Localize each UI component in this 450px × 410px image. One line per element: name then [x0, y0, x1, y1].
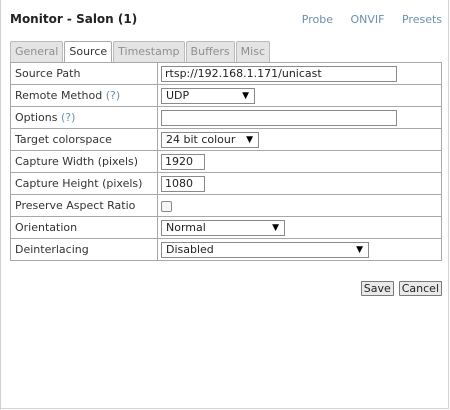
remote-method-label-cell: Remote Method (?)	[10, 84, 158, 107]
chevron-down-icon: ▼	[272, 222, 279, 233]
tab-buffers[interactable]: Buffers	[185, 41, 235, 62]
row-capture-height: Capture Height (pixels) 1080	[10, 172, 442, 195]
form-buttons: Save Cancel	[356, 281, 442, 296]
source-path-input[interactable]: rtsp://192.168.1.171/unicast	[161, 65, 397, 82]
remote-method-help-link[interactable]: (?)	[106, 89, 120, 102]
onvif-link[interactable]: ONVIF	[350, 13, 384, 26]
remote-method-value: UDP	[166, 88, 190, 102]
preserve-aspect-ratio-checkbox[interactable]	[161, 200, 172, 212]
options-label-cell: Options (?)	[10, 106, 158, 129]
source-settings-table: Source Path rtsp://192.168.1.171/unicast…	[10, 62, 442, 261]
remote-method-select[interactable]: UDP ▼	[161, 87, 255, 104]
page-title: Monitor - Salon (1)	[10, 12, 138, 26]
tab-timestamp[interactable]: Timestamp	[113, 41, 185, 62]
deinterlacing-select[interactable]: Disabled ▼	[161, 241, 369, 258]
row-deinterlacing: Deinterlacing Disabled ▼	[10, 238, 442, 261]
capture-width-label: Capture Width (pixels)	[10, 150, 158, 173]
row-options: Options (?)	[10, 106, 442, 129]
capture-width-input[interactable]: 1920	[161, 153, 205, 170]
row-source-path: Source Path rtsp://192.168.1.171/unicast	[10, 62, 442, 85]
orientation-value: Normal	[166, 220, 206, 234]
options-input[interactable]	[161, 109, 397, 126]
preserve-aspect-ratio-label: Preserve Aspect Ratio	[10, 194, 158, 217]
orientation-select[interactable]: Normal ▼	[161, 219, 285, 236]
source-path-label: Source Path	[10, 62, 158, 85]
tab-source[interactable]: Source	[64, 41, 113, 63]
cancel-button[interactable]: Cancel	[398, 281, 442, 296]
tab-bar: General Source Timestamp Buffers Misc	[10, 40, 271, 63]
options-label: Options	[15, 111, 58, 124]
page-header: Monitor - Salon (1) Probe ONVIF Presets	[10, 12, 442, 30]
presets-link[interactable]: Presets	[402, 13, 442, 26]
row-target-colorspace: Target colorspace 24 bit colour ▼	[10, 128, 442, 151]
probe-link[interactable]: Probe	[302, 13, 333, 26]
tab-general[interactable]: General	[10, 41, 64, 62]
header-links: Probe ONVIF Presets	[288, 13, 442, 26]
orientation-label: Orientation	[10, 216, 158, 239]
capture-height-label: Capture Height (pixels)	[10, 172, 158, 195]
target-colorspace-label: Target colorspace	[10, 128, 158, 151]
row-capture-width: Capture Width (pixels) 1920	[10, 150, 442, 173]
save-button[interactable]: Save	[360, 281, 394, 296]
deinterlacing-label: Deinterlacing	[10, 238, 158, 261]
target-colorspace-select[interactable]: 24 bit colour ▼	[161, 131, 259, 148]
remote-method-label: Remote Method	[15, 89, 103, 102]
tab-misc[interactable]: Misc	[235, 41, 270, 62]
target-colorspace-value: 24 bit colour	[166, 132, 236, 146]
row-orientation: Orientation Normal ▼	[10, 216, 442, 239]
chevron-down-icon: ▼	[356, 244, 363, 255]
row-remote-method: Remote Method (?) UDP ▼	[10, 84, 442, 107]
chevron-down-icon: ▼	[242, 90, 249, 101]
options-help-link[interactable]: (?)	[61, 111, 75, 124]
deinterlacing-value: Disabled	[166, 242, 214, 256]
capture-height-input[interactable]: 1080	[161, 175, 205, 192]
row-preserve-aspect-ratio: Preserve Aspect Ratio	[10, 194, 442, 217]
chevron-down-icon: ▼	[246, 134, 253, 145]
